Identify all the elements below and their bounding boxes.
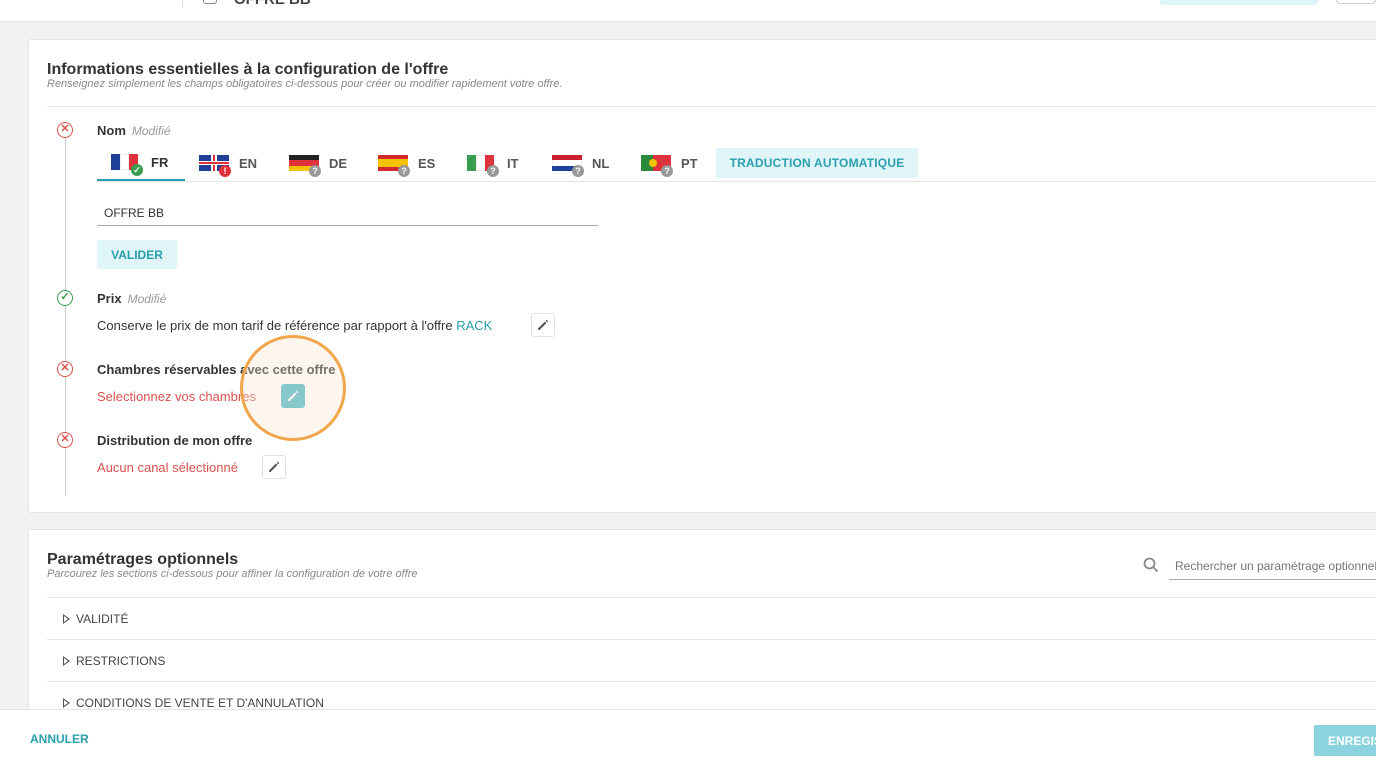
flag-nl-icon: ?: [552, 154, 584, 177]
section-label: CONDITIONS DE VENTE ET D'ANNULATION: [76, 695, 324, 710]
tab-lang-label: IT: [507, 156, 519, 171]
name-step-title: Nom Modifié: [97, 123, 171, 138]
cancel-button[interactable]: ANNULER: [30, 732, 89, 746]
rooms-step-title: Chambres réservables avec cette offre: [97, 362, 336, 377]
section-validite[interactable]: VALIDITÉ: [47, 597, 1376, 639]
tab-lang-fr[interactable]: ✓ FR: [97, 146, 185, 181]
flag-fr-icon: ✓: [111, 153, 143, 176]
price-status-ok-icon: ✓: [57, 290, 73, 306]
check-icon: ✓: [131, 163, 143, 176]
section-label: RESTRICTIONS: [76, 653, 166, 668]
tab-lang-label: NL: [592, 156, 610, 171]
question-icon: ?: [398, 164, 410, 177]
validate-button[interactable]: VALIDER: [97, 240, 177, 269]
tab-lang-label: DE: [329, 156, 348, 171]
tab-lang-pt[interactable]: ? PT: [641, 146, 721, 181]
optional-settings-card: Paramétrages optionnels Parcourez les se…: [28, 529, 1376, 729]
expand-triangle-icon: [63, 613, 70, 624]
name-step-modified: Modifié: [131, 124, 171, 138]
auto-translate-button[interactable]: TRADUCTION AUTOMATIQUE: [716, 148, 918, 178]
price-step-label: Prix: [97, 291, 122, 306]
expand-triangle-icon: [63, 655, 70, 666]
question-icon: ?: [661, 164, 673, 177]
footer-bar: ANNULER ENREGISTRER: [0, 709, 1376, 770]
tab-lang-es[interactable]: ? ES: [378, 146, 458, 181]
flag-pt-icon: ?: [641, 154, 673, 177]
save-button[interactable]: ENREGISTRER: [1314, 725, 1376, 756]
offer-icon: [203, 0, 217, 4]
pencil-icon: [538, 319, 549, 330]
distribution-status-error-icon: ✕: [57, 432, 73, 448]
page-title: OFFRE BB: [234, 0, 311, 8]
header-secondary-button[interactable]: [1336, 0, 1376, 4]
offer-name-input[interactable]: [97, 200, 598, 226]
flag-en-icon: !: [199, 154, 231, 177]
essentials-subtitle: Renseignez simplement les champs obligat…: [47, 78, 563, 90]
tab-lang-de[interactable]: ? DE: [289, 146, 369, 181]
price-step-modified: Modifié: [127, 292, 167, 306]
error-icon: !: [219, 164, 231, 177]
name-status-error-icon: ✕: [57, 122, 73, 138]
tab-lang-nl[interactable]: ? NL: [552, 146, 632, 181]
flag-es-icon: ?: [378, 154, 410, 177]
tabs-divider: [97, 181, 1376, 182]
top-bar: OFFRE BB: [0, 0, 1376, 22]
optional-search-input[interactable]: [1169, 552, 1376, 580]
name-step-label: Nom: [97, 123, 126, 138]
price-description: Conserve le prix de mon tarif de référen…: [97, 318, 453, 333]
section-label: VALIDITÉ: [76, 611, 129, 626]
tab-lang-label: EN: [239, 156, 258, 171]
rack-link[interactable]: RACK: [456, 318, 492, 333]
tab-lang-label: FR: [151, 155, 169, 170]
section-restrictions[interactable]: RESTRICTIONS: [47, 639, 1376, 681]
essentials-title: Informations essentielles à la configura…: [47, 61, 449, 78]
optional-subtitle: Parcourez les sections ci-dessous pour a…: [47, 568, 418, 580]
flag-de-icon: ?: [289, 154, 321, 177]
price-step-text: Conserve le prix de mon tarif de référen…: [97, 318, 492, 333]
edit-price-button[interactable]: [531, 313, 555, 337]
tab-lang-en[interactable]: ! EN: [199, 146, 279, 181]
pencil-icon: [288, 390, 299, 401]
flag-it-icon: ?: [467, 154, 499, 177]
tab-lang-it[interactable]: ? IT: [467, 146, 547, 181]
optional-search: [1143, 552, 1376, 582]
rooms-status-error-icon: ✕: [57, 361, 73, 377]
distribution-step-text: Aucun canal sélectionné: [97, 460, 238, 475]
question-icon: ?: [309, 164, 321, 177]
price-step-title: Prix Modifié: [97, 291, 166, 306]
optional-title: Paramétrages optionnels: [47, 551, 239, 568]
edit-distribution-button[interactable]: [262, 455, 286, 479]
edit-rooms-button[interactable]: [281, 384, 305, 408]
divider: [47, 106, 1376, 107]
search-icon: [1143, 557, 1159, 573]
question-icon: ?: [572, 164, 584, 177]
pencil-icon: [269, 461, 280, 472]
header-separator: [182, 0, 183, 8]
question-icon: ?: [487, 164, 499, 177]
distribution-step-title: Distribution de mon offre: [97, 433, 253, 448]
expand-triangle-icon: [63, 697, 70, 708]
header-action-button[interactable]: [1160, 0, 1318, 5]
tab-lang-label: PT: [681, 156, 698, 171]
tab-lang-label: ES: [418, 156, 436, 171]
rooms-step-text: Selectionnez vos chambres: [97, 389, 256, 404]
essentials-card: Informations essentielles à la configura…: [28, 39, 1376, 513]
